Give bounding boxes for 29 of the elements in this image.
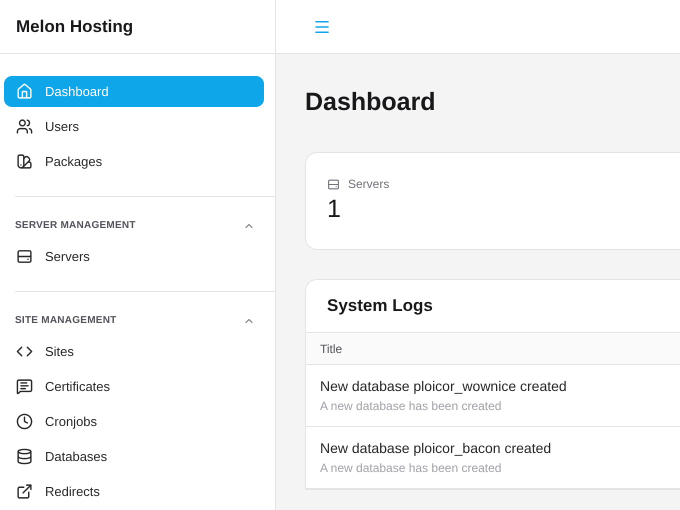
nav-item[interactable]: Cronjobs [4,406,264,437]
section-heading: SITE MANAGEMENT [15,314,117,328]
section-heading: SERVER MANAGEMENT [15,219,136,233]
brand-name: Melon Hosting [16,16,134,38]
nav-item[interactable]: Packages [4,146,264,177]
log-title: New database ploicor_wownice created [320,377,568,396]
database-icon [16,448,33,465]
server-icon [327,178,340,190]
page-title: Dashboard [305,90,437,115]
server-icon [16,248,33,265]
home-icon [16,83,33,100]
card-title: System Logs [327,295,433,318]
nav-item[interactable]: Servers [4,241,264,272]
nav-item[interactable]: Users [4,111,264,142]
swatch-book-icon [16,153,33,170]
nav-item[interactable]: Databases [4,441,264,472]
nav-item[interactable]: Redirects [4,476,264,507]
nav-item[interactable]: Sites [4,336,264,367]
external-link-icon [16,483,33,500]
clock-icon [16,413,33,430]
stat-value: 1 [327,197,342,222]
users-icon [16,118,33,135]
stat-label: Servers [348,176,390,193]
column-header: Title [320,340,342,358]
log-description: A new database has been created [320,460,502,477]
log-description: A new database has been created [320,398,502,415]
message-icon [16,378,33,395]
nav-item[interactable]: Certificates [4,371,264,402]
log-title: New database ploicor_bacon created [320,439,552,458]
